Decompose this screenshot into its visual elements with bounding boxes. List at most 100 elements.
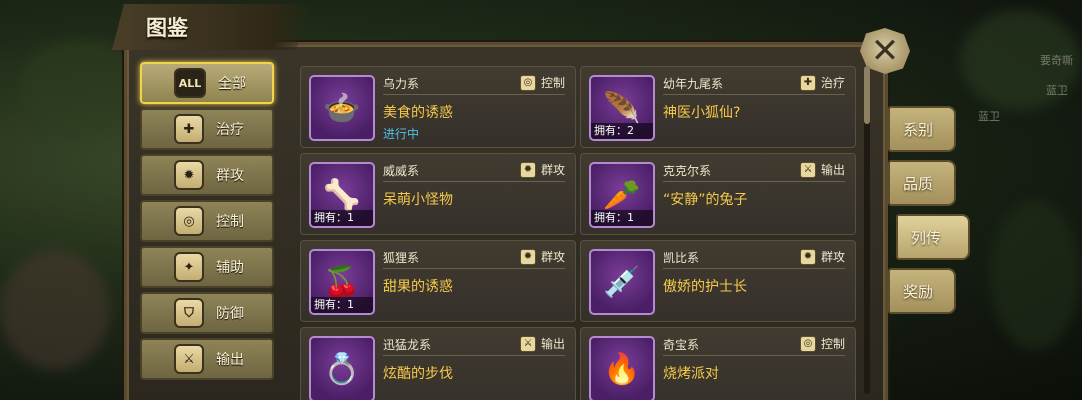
food-pot-icon: 🍲 xyxy=(309,75,375,141)
sword-icon: ⚔ xyxy=(799,161,816,178)
divider xyxy=(663,181,845,182)
story-card[interactable]: 💉 凯比系 ✹ 群攻 傲娇的护士长 xyxy=(580,240,856,322)
spiral-control-icon: ◎ xyxy=(519,74,536,91)
category-defense-button[interactable]: ⛉ 防御 xyxy=(140,292,274,334)
card-tag-label: 群攻 xyxy=(820,250,845,264)
tab-label: 奖励 xyxy=(903,282,934,301)
card-list-scrollbar[interactable] xyxy=(864,66,870,394)
tab-label: 品质 xyxy=(903,174,934,193)
card-name: 神医小狐仙? xyxy=(663,105,741,121)
category-aoe-button[interactable]: ✹ 群攻 xyxy=(140,154,274,196)
aoe-claw-icon: ✹ xyxy=(799,248,816,265)
carrot-icon: 🥕 拥有：1 xyxy=(589,162,655,228)
heal-cross-icon: ✚ xyxy=(799,74,816,91)
divider xyxy=(383,355,565,356)
sword-icon: ⚔ xyxy=(519,335,536,352)
card-series: 克克尔系 xyxy=(663,164,712,178)
story-card[interactable]: 🍲 乌力系 ◎ 控制 美食的诱惑 进行中 xyxy=(300,66,576,148)
card-series: 威威系 xyxy=(383,164,420,178)
aoe-claw-icon: ✹ xyxy=(519,161,536,178)
card-tag: ✹ 群攻 xyxy=(799,248,845,265)
sword-icon: ⚔ xyxy=(174,344,204,374)
spiral-control-icon: ◎ xyxy=(174,206,204,236)
card-series: 凯比系 xyxy=(663,251,700,265)
card-tag-label: 群攻 xyxy=(540,250,565,264)
category-label: 输出 xyxy=(216,352,244,368)
horn-icon: 🦴 拥有：1 xyxy=(309,162,375,228)
story-card[interactable]: 💍 迅猛龙系 ⚔ 输出 炫酷的步伐 xyxy=(300,327,576,400)
background-label: 要奇嘶 xyxy=(1040,54,1073,67)
syringe-icon: 💉 xyxy=(589,249,655,315)
divider xyxy=(663,94,845,95)
card-series: 幼年九尾系 xyxy=(663,77,724,91)
all-icon: ALL xyxy=(174,68,206,98)
category-label: 控制 xyxy=(216,214,244,230)
owned-count: 拥有：1 xyxy=(311,210,373,226)
card-tag: ⚔ 输出 xyxy=(799,161,845,178)
card-tag: ✚ 治疗 xyxy=(799,74,845,91)
cherry-icon: 🍒 拥有：1 xyxy=(309,249,375,315)
background-label: 蓝卫 xyxy=(978,110,1000,123)
card-name: 傲娇的护士长 xyxy=(663,279,747,295)
category-control-button[interactable]: ◎ 控制 xyxy=(140,200,274,242)
ring-icon: 💍 xyxy=(309,336,375,400)
divider xyxy=(663,268,845,269)
category-label: 辅助 xyxy=(216,260,244,276)
category-label: 治疗 xyxy=(216,122,244,138)
owned-count: 拥有：1 xyxy=(311,297,373,313)
title-plate xyxy=(112,4,312,50)
story-card[interactable]: 🔥 奇宝系 ◎ 控制 烧烤派对 xyxy=(580,327,856,400)
spiral-control-icon: ◎ xyxy=(799,335,816,352)
card-tag-label: 输出 xyxy=(820,163,845,177)
card-tag-label: 控制 xyxy=(540,76,565,90)
category-label: 全部 xyxy=(218,76,246,92)
category-label: 防御 xyxy=(216,306,244,322)
owned-count: 拥有：1 xyxy=(591,210,653,226)
support-icon: ✦ xyxy=(174,252,204,282)
story-card[interactable]: 🦴 拥有：1 威威系 ✹ 群攻 呆萌小怪物 xyxy=(300,153,576,235)
card-name: “安静”的兔子 xyxy=(663,192,748,208)
card-series: 狐狸系 xyxy=(383,251,420,265)
category-damage-button[interactable]: ⚔ 输出 xyxy=(140,338,274,380)
card-tag: ✹ 群攻 xyxy=(519,248,565,265)
category-all-button[interactable]: ALL 全部 xyxy=(140,62,274,104)
divider xyxy=(383,181,565,182)
divider xyxy=(663,355,845,356)
card-tag: ◎ 控制 xyxy=(519,74,565,91)
aoe-claw-icon: ✹ xyxy=(519,248,536,265)
window-title: 图鉴 xyxy=(146,16,188,40)
feather-icon: 🪶 拥有：2 xyxy=(589,75,655,141)
card-name: 呆萌小怪物 xyxy=(383,192,453,208)
shield-icon: ⛉ xyxy=(174,298,204,328)
card-tag: ◎ 控制 xyxy=(799,335,845,352)
tab-quality[interactable]: 品质 xyxy=(888,160,956,206)
aoe-claw-icon: ✹ xyxy=(174,160,204,190)
background-foliage xyxy=(0,250,110,370)
card-tag: ✹ 群攻 xyxy=(519,161,565,178)
story-card[interactable]: 🥕 拥有：1 克克尔系 ⚔ 输出 “安静”的兔子 xyxy=(580,153,856,235)
category-label: 群攻 xyxy=(216,168,244,184)
background-foliage xyxy=(20,40,140,130)
owned-count: 拥有：2 xyxy=(591,123,653,139)
background-label: 蓝卫 xyxy=(1046,84,1068,97)
torch-icon: 🔥 xyxy=(589,336,655,400)
tab-rewards[interactable]: 奖励 xyxy=(888,268,956,314)
card-tag-label: 群攻 xyxy=(540,163,565,177)
scroll-thumb[interactable] xyxy=(864,66,870,124)
story-card[interactable]: 🍒 拥有：1 狐狸系 ✹ 群攻 甜果的诱惑 xyxy=(300,240,576,322)
close-icon: ✕ xyxy=(870,31,900,71)
card-name: 炫酷的步伐 xyxy=(383,366,453,382)
category-support-button[interactable]: ✦ 辅助 xyxy=(140,246,274,288)
card-tag-label: 输出 xyxy=(540,337,565,351)
category-heal-button[interactable]: ✚ 治疗 xyxy=(140,108,274,150)
tab-series[interactable]: 系别 xyxy=(888,106,956,152)
card-name: 美食的诱惑 xyxy=(383,105,453,121)
tab-label: 列传 xyxy=(911,228,942,247)
card-name: 甜果的诱惑 xyxy=(383,279,453,295)
tab-label: 系别 xyxy=(903,120,934,139)
tab-biography[interactable]: 列传 xyxy=(896,214,970,260)
story-card-grid: 🍲 乌力系 ◎ 控制 美食的诱惑 进行中 🪶 拥有：2 幼年九尾系 ✚ 治疗 神医小狐… xyxy=(298,62,864,400)
story-card[interactable]: 🪶 拥有：2 幼年九尾系 ✚ 治疗 神医小狐仙? xyxy=(580,66,856,148)
background-foliage xyxy=(990,200,1080,350)
card-series: 迅猛龙系 xyxy=(383,338,432,352)
